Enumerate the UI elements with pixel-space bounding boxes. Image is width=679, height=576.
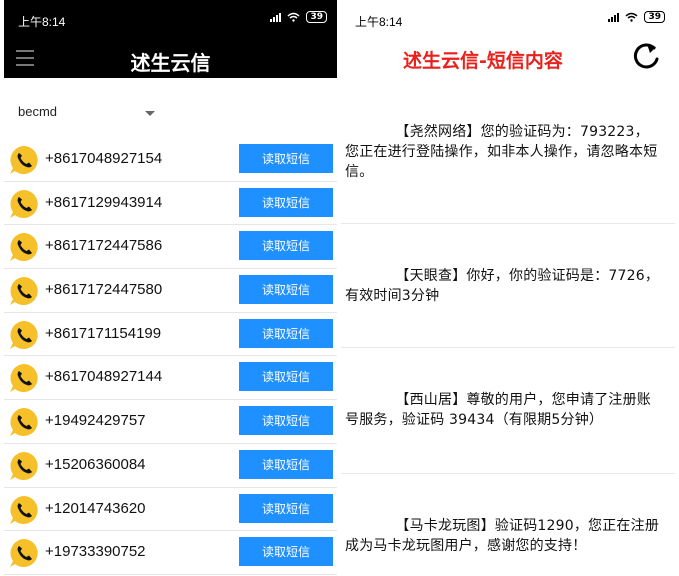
wifi-icon <box>625 12 638 22</box>
phone-avatar-icon <box>10 277 38 306</box>
phone-avatar-icon <box>10 495 38 524</box>
list-item: +8617129943914 读取短信 <box>4 182 337 226</box>
status-bar: 上午8:14 39 <box>341 0 675 42</box>
message-item: 【西山居】尊敬的用户，您申请了注册账号服务，验证码 39434（有限期5分钟） <box>341 348 675 474</box>
message-item: 【马卡龙玩图】验证码1290，您正在注册成为马卡龙玩图用户，感谢您的支持！ <box>341 474 675 576</box>
read-sms-button[interactable]: 读取短信 <box>239 493 333 523</box>
phone-avatar-icon <box>10 408 38 437</box>
phone-number: +8617171154199 <box>45 324 162 342</box>
phone-avatar-icon <box>10 233 38 262</box>
sms-content-screen: 上午8:14 39 述生云信-短信内容 【尧然网络】您的验证码为：793223，… <box>341 0 675 576</box>
phone-number: +8617048927144 <box>45 368 163 386</box>
list-item: +8617048927154 读取短信 <box>4 138 337 182</box>
status-icons: 39 <box>270 11 327 23</box>
list-item: +8617172447586 读取短信 <box>4 225 337 270</box>
battery-icon: 39 <box>306 11 327 23</box>
read-sms-button[interactable]: 读取短信 <box>239 406 333 436</box>
phone-number: +15206360084 <box>45 455 146 473</box>
list-item: +15206360084 读取短信 <box>4 444 337 488</box>
read-sms-button[interactable]: 读取短信 <box>239 449 333 479</box>
read-sms-button[interactable]: 读取短信 <box>239 231 333 261</box>
read-sms-button[interactable]: 读取短信 <box>239 318 333 348</box>
phone-avatar-icon <box>10 451 38 480</box>
phone-avatar-icon <box>10 539 38 568</box>
account-dropdown[interactable]: becmd <box>18 104 57 119</box>
signal-icon <box>608 12 620 22</box>
list-item: +19733390752 读取短信 <box>4 531 337 575</box>
wifi-icon <box>287 12 300 22</box>
phone-avatar-icon <box>10 189 38 218</box>
signal-icon <box>270 12 282 22</box>
contact-list: +8617048927154 读取短信 +8617129943914 读取短信 … <box>4 138 337 575</box>
status-time: 上午8:14 <box>18 15 66 29</box>
message-list: 【尧然网络】您的验证码为：793223，您正在进行登陆操作，如非本人操作，请忽略… <box>341 94 675 576</box>
phone-avatar-icon <box>10 320 38 349</box>
refresh-icon[interactable] <box>632 40 662 74</box>
message-item: 【尧然网络】您的验证码为：793223，您正在进行登陆操作，如非本人操作，请忽略… <box>341 94 675 224</box>
message-text: 【马卡龙玩图】验证码1290，您正在注册成为马卡龙玩图用户，感谢您的支持！ <box>345 518 660 554</box>
status-bar: 上午8:14 39 <box>4 0 337 40</box>
status-icons: 39 <box>608 11 665 23</box>
phone-number: +8617129943914 <box>45 193 163 211</box>
read-sms-button[interactable]: 读取短信 <box>239 144 333 173</box>
phone-number: +8617172447586 <box>45 237 163 255</box>
message-text: 【天眼查】你好，你的验证码是：7726，有效时间3分钟 <box>345 268 660 304</box>
phone-number: +8617048927154 <box>45 150 163 167</box>
list-item: +8617172447580 读取短信 <box>4 269 337 313</box>
app-bar: 述生云信 <box>4 40 337 78</box>
message-text: 【西山居】尊敬的用户，您申请了注册账号服务，验证码 39434（有限期5分钟） <box>345 392 651 428</box>
status-time: 上午8:14 <box>355 15 403 29</box>
list-item: +8617048927144 读取短信 <box>4 356 337 401</box>
read-sms-button[interactable]: 读取短信 <box>239 537 333 567</box>
message-item: 【天眼查】你好，你的验证码是：7726，有效时间3分钟 <box>341 224 675 348</box>
read-sms-button[interactable]: 读取短信 <box>239 275 333 305</box>
phone-number: +12014743620 <box>45 499 146 517</box>
list-item: +19492429757 读取短信 <box>4 400 337 444</box>
battery-icon: 39 <box>644 11 665 23</box>
dropdown-arrow-icon[interactable] <box>145 111 155 116</box>
phone-number: +8617172447580 <box>45 281 163 299</box>
phone-avatar-icon <box>10 364 38 393</box>
page-title: 述生云信-短信内容 <box>403 50 563 72</box>
read-sms-button[interactable]: 读取短信 <box>239 362 333 392</box>
contact-list-screen: 上午8:14 39 述生云信 becmd +8617048927154 读取短信… <box>4 0 337 576</box>
phone-number: +19492429757 <box>45 412 146 430</box>
list-item: +8617171154199 读取短信 <box>4 313 337 357</box>
phone-number: +19733390752 <box>45 543 146 561</box>
app-title: 述生云信 <box>130 51 211 75</box>
message-text: 【尧然网络】您的验证码为：793223，您正在进行登陆操作，如非本人操作，请忽略… <box>345 124 658 180</box>
phone-avatar-icon <box>10 146 38 174</box>
read-sms-button[interactable]: 读取短信 <box>239 187 333 217</box>
list-item: +12014743620 读取短信 <box>4 488 337 532</box>
